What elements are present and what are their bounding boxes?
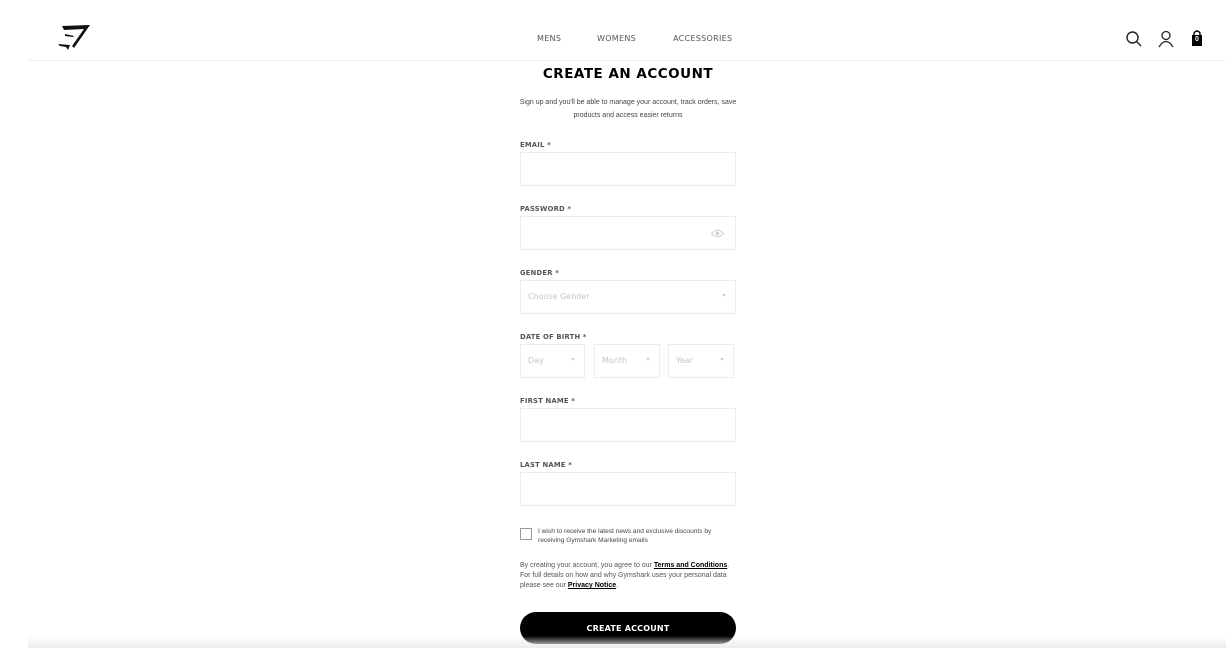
gymshark-logo[interactable] [56,24,92,52]
dob-day-placeholder: Day [528,356,544,365]
chevron-down-icon [646,358,650,361]
dob-year-placeholder: Year [676,356,693,365]
shopping-bag-button[interactable]: 0 [1190,29,1204,47]
first-name-field-wrapper [520,408,736,442]
show-password-icon[interactable] [711,229,724,238]
gender-label: GENDER * [520,269,559,277]
last-name-field-wrapper [520,472,736,506]
dob-label: DATE OF BIRTH * [520,333,587,341]
nav-mens[interactable]: MENS [537,34,561,43]
privacy-notice-link[interactable]: Privacy Notice [568,582,616,589]
chevron-down-icon [722,294,726,297]
last-name-label: LAST NAME * [520,461,572,469]
site-header: MENS WOMENS ACCESSORIES 0 [0,0,1226,61]
password-field-wrapper [520,216,736,250]
marketing-checkbox[interactable] [520,528,532,540]
email-label: EMAIL * [520,141,551,149]
dob-month-select[interactable]: Month [594,344,660,378]
nav-accessories[interactable]: ACCESSORIES [673,34,732,43]
bottom-shadow [28,636,1226,648]
chevron-down-icon [720,358,724,361]
terms-link[interactable]: Terms and Conditions [654,562,727,569]
last-name-field[interactable] [521,473,735,505]
password-field[interactable] [521,217,735,249]
dob-year-select[interactable]: Year [668,344,734,378]
marketing-checkbox-label[interactable]: I wish to receive the latest news and ex… [538,527,738,545]
gender-select[interactable]: Choose Gender [520,280,736,314]
header-divider [28,60,1226,61]
bag-count: 0 [1195,36,1199,43]
nav-womens[interactable]: WOMENS [597,34,636,43]
first-name-field[interactable] [521,409,735,441]
page-subtitle: Sign up and you'll be able to manage you… [519,99,737,119]
email-field[interactable] [521,153,735,185]
user-icon[interactable] [1157,30,1175,48]
terms-notice: By creating your account, you agree to o… [520,561,740,591]
dob-month-placeholder: Month [602,356,628,365]
gender-placeholder: Choose Gender [528,292,590,301]
dob-day-select[interactable]: Day [520,344,585,378]
terms-prefix: By creating your account, you agree to o… [520,562,654,569]
terms-suffix: . [616,582,619,589]
email-field-wrapper [520,152,736,186]
search-icon[interactable] [1125,30,1143,48]
page-title: CREATE AN ACCOUNT [542,66,714,82]
password-label: PASSWORD * [520,205,572,213]
chevron-down-icon [571,358,575,361]
first-name-label: FIRST NAME * [520,397,575,405]
